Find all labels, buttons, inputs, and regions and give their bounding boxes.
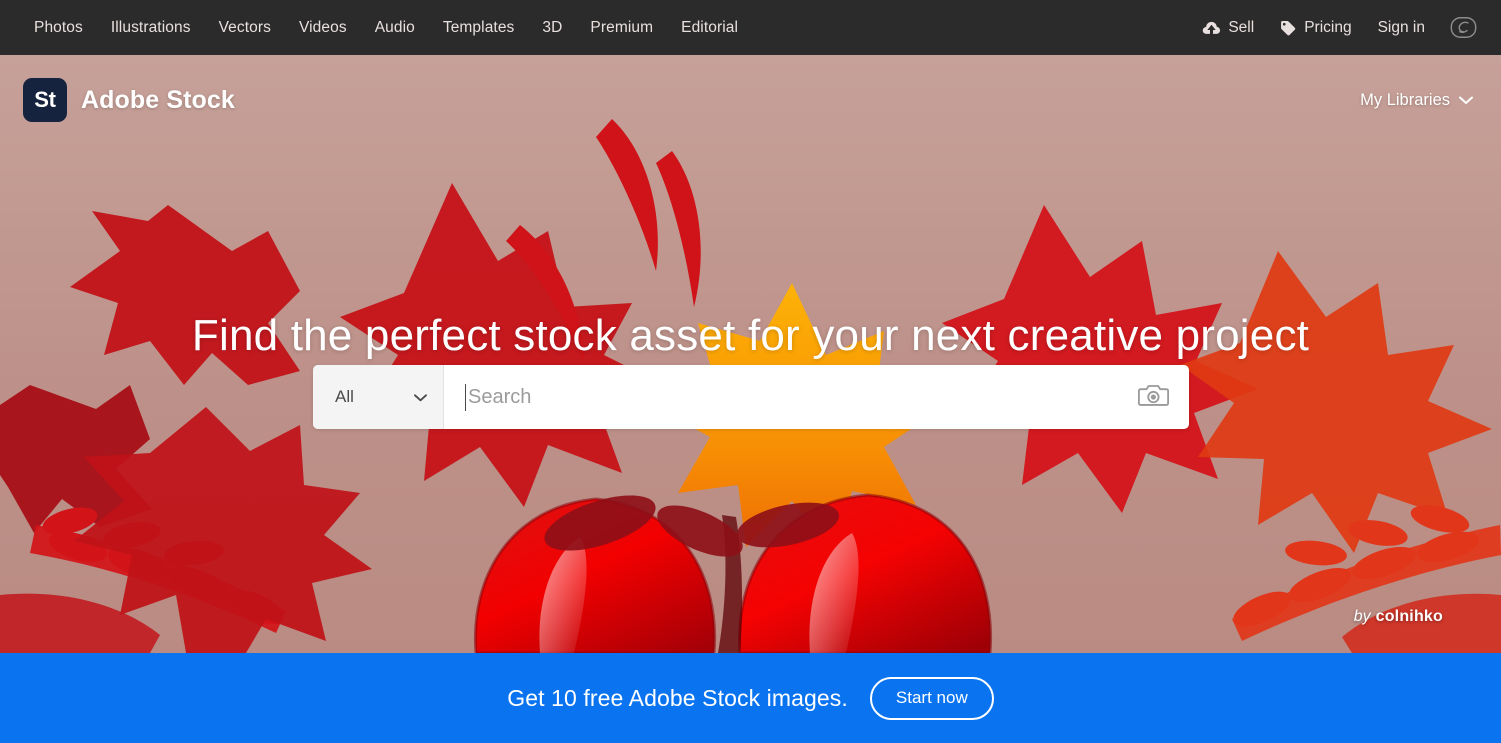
nav-link-photos[interactable]: Photos: [20, 0, 97, 55]
start-now-button[interactable]: Start now: [869, 676, 994, 720]
nav-link-sell-label: Sell: [1228, 18, 1255, 36]
search-category-dropdown[interactable]: All: [313, 365, 443, 429]
attribution-prefix: by: [1353, 608, 1371, 625]
nav-link-videos[interactable]: Videos: [285, 0, 361, 55]
price-tag-icon: [1280, 20, 1297, 36]
nav-link-3d[interactable]: 3D: [528, 0, 576, 55]
nav-link-sign-in[interactable]: Sign in: [1365, 0, 1438, 55]
promo-text: Get 10 free Adobe Stock images.: [507, 684, 848, 711]
nav-link-pricing-label: Pricing: [1304, 18, 1352, 36]
adobe-stock-homepage: Photos Illustrations Vectors Videos Audi…: [0, 0, 1501, 743]
search-input[interactable]: [444, 385, 1117, 409]
nav-link-pricing[interactable]: Pricing: [1267, 0, 1364, 55]
chevron-down-icon: [414, 387, 427, 407]
nav-link-vectors[interactable]: Vectors: [205, 0, 285, 55]
cloud-upload-icon: [1202, 20, 1221, 36]
attribution-author[interactable]: colnihko: [1376, 608, 1443, 626]
nav-link-audio[interactable]: Audio: [361, 0, 429, 55]
nav-link-premium[interactable]: Premium: [576, 0, 667, 55]
nav-link-sell[interactable]: Sell: [1189, 0, 1267, 55]
stock-logo-mark: St: [23, 78, 67, 122]
promo-banner: Get 10 free Adobe Stock images. Start no…: [0, 653, 1501, 743]
adobe-stock-logo[interactable]: St Adobe Stock: [23, 78, 235, 122]
global-nav-left-links: Photos Illustrations Vectors Videos Audi…: [0, 0, 752, 55]
global-nav-right-links: Sell Pricing Sign in: [1189, 0, 1485, 55]
search-bar: All: [313, 365, 1189, 429]
hero-headline: Find the perfect stock asset for your ne…: [191, 311, 1310, 360]
text-caret: [465, 384, 466, 411]
creative-cloud-button[interactable]: [1438, 0, 1485, 55]
adobe-creative-cloud-icon: [1450, 16, 1477, 39]
stock-brand-bar: St Adobe Stock My Libraries: [0, 55, 1501, 145]
nav-link-templates[interactable]: Templates: [429, 0, 529, 55]
chevron-down-icon: [1459, 91, 1473, 110]
nav-link-illustrations[interactable]: Illustrations: [97, 0, 205, 55]
nav-link-editorial[interactable]: Editorial: [667, 0, 752, 55]
photo-attribution: by colnihko: [1354, 608, 1443, 626]
stock-logo-text: Adobe Stock: [81, 85, 235, 114]
camera-icon: [1137, 383, 1169, 411]
nav-link-sign-in-label: Sign in: [1377, 18, 1425, 36]
my-libraries-label: My Libraries: [1360, 90, 1450, 109]
global-navigation-bar: Photos Illustrations Vectors Videos Audi…: [0, 0, 1501, 55]
search-input-wrapper: [443, 365, 1189, 429]
visual-search-button[interactable]: [1117, 383, 1189, 411]
hero-section: St Adobe Stock My Libraries Find the per…: [0, 55, 1501, 653]
my-libraries-menu[interactable]: My Libraries: [1360, 91, 1473, 110]
search-category-value: All: [335, 387, 354, 406]
